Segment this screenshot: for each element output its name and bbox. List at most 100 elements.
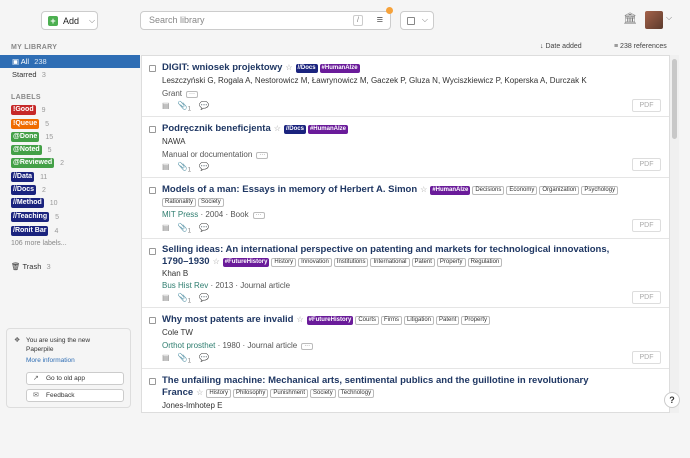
item-tag[interactable]: Decisions: [472, 186, 505, 195]
attachment-icon[interactable]: 📎1: [178, 223, 192, 235]
item-tag[interactable]: Institutions: [333, 258, 369, 267]
item-checkbox[interactable]: [149, 187, 156, 194]
item-title[interactable]: Podręcznik beneficjenta ☆//Docs #HumanAIze: [162, 123, 632, 135]
sidebar-label-good[interactable]: !Good 9: [11, 105, 46, 115]
item-tag[interactable]: #HumanAIze: [430, 186, 471, 195]
list-item[interactable]: Podręcznik beneficjenta ☆//Docs #HumanAIze…: [142, 117, 669, 178]
pdf-button[interactable]: PDF: [632, 351, 661, 364]
item-tag[interactable]: Organization: [539, 186, 580, 195]
feedback-button[interactable]: ✉ Feedback: [26, 389, 124, 402]
pdf-button[interactable]: PDF: [632, 158, 661, 171]
pdf-button[interactable]: PDF: [632, 219, 661, 232]
chevron-down-icon[interactable]: ⌵: [666, 13, 672, 23]
item-title[interactable]: Selling ideas: An international perspect…: [162, 244, 632, 268]
attachment-icon[interactable]: 📎1: [178, 101, 192, 113]
notes-icon[interactable]: ▤: [162, 293, 170, 302]
star-icon[interactable]: ☆: [213, 257, 220, 266]
sidebar-label-teaching[interactable]: //Teaching 5: [11, 212, 59, 222]
add-button[interactable]: + Add ⌵: [41, 11, 98, 30]
more-icon[interactable]: ···: [186, 91, 199, 98]
star-icon[interactable]: ☆: [285, 63, 292, 72]
item-tag[interactable]: Property: [461, 316, 491, 325]
more-information-link[interactable]: More information: [26, 357, 75, 364]
item-tag[interactable]: Punishment: [270, 389, 309, 398]
star-icon[interactable]: ☆: [420, 185, 427, 194]
item-tag[interactable]: Firms: [380, 316, 402, 325]
comment-icon[interactable]: 💬: [199, 223, 209, 232]
more-labels-link[interactable]: 106 more labels...: [11, 240, 67, 247]
scrollbar[interactable]: [670, 55, 679, 413]
item-tag[interactable]: Psychology: [581, 186, 619, 195]
sidebar-label-queue[interactable]: !Queue 5: [11, 119, 49, 129]
avatar[interactable]: [645, 11, 663, 29]
star-icon[interactable]: ☆: [196, 388, 203, 397]
item-checkbox[interactable]: [149, 248, 156, 255]
item-tag[interactable]: International: [370, 258, 410, 267]
attachment-icon[interactable]: 📎1: [178, 293, 192, 305]
star-icon[interactable]: ☆: [274, 124, 281, 133]
sidebar-item-starred[interactable]: Starred 3: [12, 70, 46, 79]
item-title[interactable]: Why most patents are invalid ☆ #FutureHist…: [162, 314, 632, 326]
sidebar-label-method[interactable]: //Method 10: [11, 198, 58, 208]
item-checkbox[interactable]: [149, 378, 156, 385]
item-title[interactable]: DIGIT: wniosek projektowy ☆//Docs #HumanAI…: [162, 62, 632, 74]
sidebar-item-trash[interactable]: 🗑 Trash 3: [11, 262, 51, 271]
more-icon[interactable]: ···: [252, 212, 265, 219]
sidebar-label-data[interactable]: //Data 11: [11, 172, 47, 182]
item-tag[interactable]: //Docs: [295, 64, 318, 73]
item-tag[interactable]: Courts: [355, 316, 379, 325]
sidebar-label-noted[interactable]: @Noted 5: [11, 145, 52, 155]
item-tag[interactable]: Society: [198, 198, 224, 207]
comment-icon[interactable]: 💬: [199, 353, 209, 362]
item-tag[interactable]: Innovation: [298, 258, 332, 267]
notes-icon[interactable]: ▤: [162, 101, 170, 110]
sidebar-label-docs[interactable]: //Docs 2: [11, 185, 46, 195]
filter-icon[interactable]: ≡: [377, 14, 383, 27]
item-tag[interactable]: #HumanAIze: [319, 64, 360, 73]
item-tag[interactable]: Regulation: [467, 258, 503, 267]
item-tag[interactable]: Property: [436, 258, 466, 267]
item-tag[interactable]: Philosophy: [233, 389, 269, 398]
sidebar-label-ronit-bar[interactable]: /Ronit Bar 4: [11, 226, 58, 236]
item-title[interactable]: Models of a man: Essays in memory of Her…: [162, 184, 632, 208]
search-input[interactable]: Search library / ≡: [140, 11, 391, 30]
attachment-icon[interactable]: 📎1: [178, 162, 192, 174]
notes-icon[interactable]: ▤: [162, 223, 170, 232]
item-checkbox[interactable]: [149, 65, 156, 72]
pdf-button[interactable]: PDF: [632, 99, 661, 112]
more-icon[interactable]: ···: [301, 343, 314, 350]
sidebar-label-done[interactable]: @Done 15: [11, 132, 53, 142]
item-tag[interactable]: History: [206, 389, 231, 398]
list-item[interactable]: DIGIT: wniosek projektowy ☆//Docs #HumanAI…: [142, 56, 669, 117]
notes-icon[interactable]: ▤: [162, 353, 170, 362]
comment-icon[interactable]: 💬: [199, 162, 209, 171]
item-tag[interactable]: Litigation: [403, 316, 435, 325]
go-to-old-app-button[interactable]: ↗ Go to old app: [26, 372, 124, 385]
pdf-button[interactable]: PDF: [632, 291, 661, 304]
list-item[interactable]: The unfailing machine: Mechanical arts, …: [142, 369, 669, 412]
item-tag[interactable]: Society: [310, 389, 336, 398]
sidebar-item-all[interactable]: ▣ All 238: [0, 55, 140, 68]
list-item[interactable]: Why most patents are invalid ☆ #FutureHist…: [142, 308, 669, 369]
comment-icon[interactable]: 💬: [199, 293, 209, 302]
item-checkbox[interactable]: [149, 126, 156, 133]
item-tag[interactable]: #FutureHistory: [222, 258, 270, 267]
item-tag[interactable]: Technology: [337, 389, 375, 398]
item-tag[interactable]: Patent: [411, 258, 435, 267]
item-tag[interactable]: //Docs: [283, 125, 306, 134]
list-item[interactable]: Models of a man: Essays in memory of Her…: [142, 178, 669, 239]
star-icon[interactable]: ☆: [296, 315, 303, 324]
sidebar-label-reviewed[interactable]: @Reviewed 2: [11, 158, 64, 168]
library-icon[interactable]: 🏛: [623, 12, 637, 25]
comment-icon[interactable]: 💬: [199, 101, 209, 110]
item-tag[interactable]: Rationality: [162, 198, 197, 207]
item-title[interactable]: The unfailing machine: Mechanical arts, …: [162, 375, 632, 399]
item-tag[interactable]: Economy: [506, 186, 538, 195]
sort-dropdown[interactable]: ↓ Date added: [540, 43, 582, 50]
item-checkbox[interactable]: [149, 317, 156, 324]
help-icon[interactable]: ?: [664, 392, 680, 408]
item-tag[interactable]: Patent: [436, 316, 460, 325]
item-tag[interactable]: History: [271, 258, 297, 267]
more-icon[interactable]: ···: [256, 152, 269, 159]
attachment-icon[interactable]: 📎1: [178, 353, 192, 365]
